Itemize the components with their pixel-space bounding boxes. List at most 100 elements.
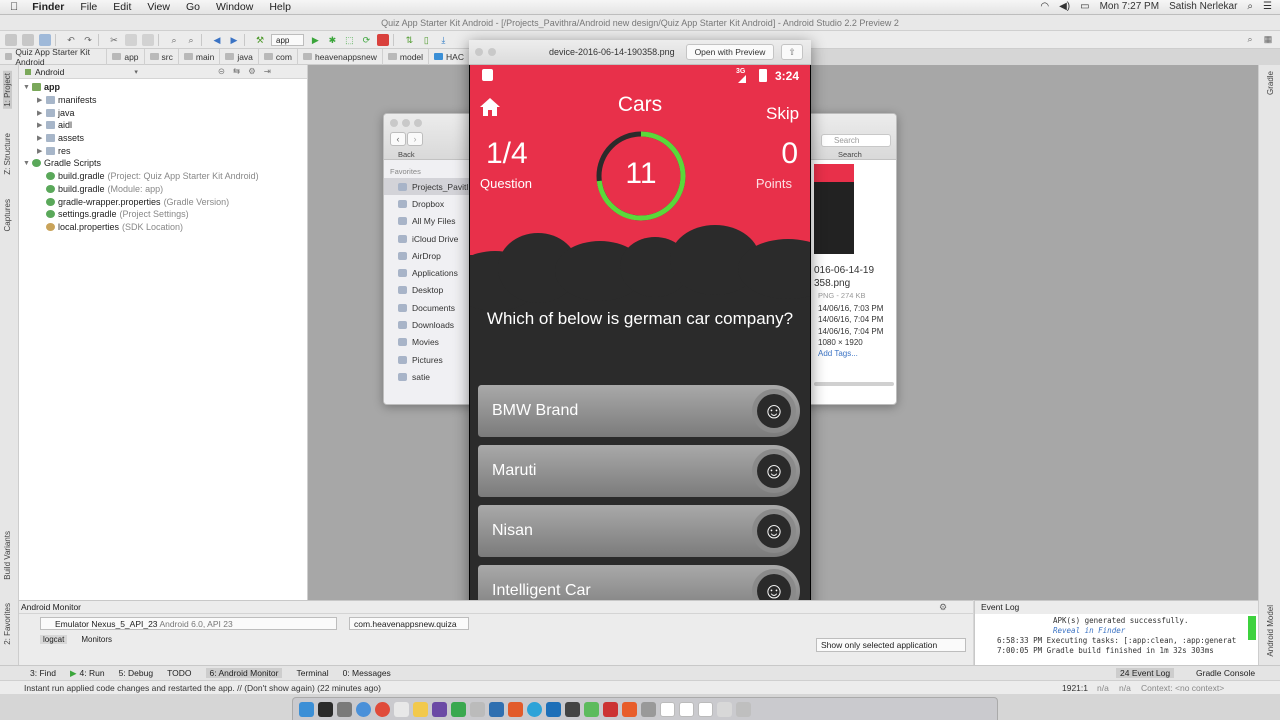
app-dock-icon[interactable] (470, 701, 485, 717)
build-variants-tool-tab[interactable]: Build Variants (3, 531, 12, 580)
structure-tool-tab[interactable]: Z: Structure (3, 133, 12, 175)
finder-zoom-button[interactable] (414, 119, 422, 127)
breadcrumb-project[interactable]: Quiz App Starter Kit Android (0, 47, 108, 67)
preview-minimize-button[interactable] (488, 48, 496, 56)
layout-icon[interactable]: ▦ (1262, 33, 1274, 45)
app-dock-icon[interactable] (641, 701, 656, 717)
app-dock-icon[interactable] (584, 701, 599, 717)
finder-scrollbar[interactable] (814, 382, 894, 386)
finder-sidebar-item[interactable]: Desktop (384, 282, 471, 299)
app-dock-icon[interactable] (508, 701, 523, 717)
tree-expand-icon[interactable]: ▶ (37, 147, 46, 155)
save-icon[interactable] (22, 33, 34, 46)
tree-item[interactable]: gradle-wrapper.properties (Gradle Version… (19, 195, 307, 208)
tab-logcat[interactable]: logcat (40, 635, 68, 644)
terminal-dock-icon[interactable] (565, 701, 580, 717)
gradle-tool-tab[interactable]: Gradle (1266, 71, 1275, 95)
safari-dock-icon[interactable] (356, 701, 371, 717)
finder-sidebar-item[interactable]: Movies (384, 334, 471, 351)
notes-dock-icon[interactable] (394, 701, 409, 717)
finder-sidebar-item[interactable]: satie (384, 368, 471, 385)
finder-search-input[interactable]: Search (821, 134, 891, 147)
breadcrumb-src[interactable]: src (145, 48, 179, 65)
favorites-tool-tab[interactable]: 2: Favorites (3, 603, 12, 645)
project-view-select[interactable]: Android (35, 67, 64, 77)
notification-center-icon[interactable]: ☰ (1263, 1, 1272, 12)
tree-expand-icon[interactable]: ▶ (37, 96, 46, 104)
system-prefs-dock-icon[interactable] (337, 701, 352, 717)
breadcrumb-main[interactable]: main (179, 48, 221, 65)
menu-window[interactable]: Window (216, 1, 253, 13)
telegram-dock-icon[interactable] (527, 701, 542, 717)
apple-menu-icon[interactable]:  (10, 1, 18, 13)
breadcrumb-java[interactable]: java (220, 48, 259, 65)
open-with-preview-button[interactable]: Open with Preview (686, 44, 774, 60)
run-config-select[interactable]: app (271, 33, 305, 46)
tree-item[interactable]: ▶ assets (19, 132, 307, 145)
paste-icon[interactable] (142, 33, 154, 46)
process-select[interactable]: com.heavenappsnew.quiza (349, 617, 469, 630)
volume-icon[interactable]: ◀) (1059, 1, 1070, 12)
app-dock-icon[interactable] (603, 701, 618, 717)
run-tool-button[interactable]: ▶ 4: Run (70, 668, 105, 679)
document-dock-icon[interactable] (698, 701, 713, 717)
device-select[interactable]: Emulator Nexus_5_API_23 Android 6.0, API… (40, 617, 337, 630)
add-tags-link[interactable]: Add Tags... (818, 348, 883, 359)
attach-icon[interactable]: ⬚ (343, 34, 355, 46)
app-dock-icon[interactable] (489, 701, 504, 717)
tree-expand-icon[interactable]: ▼ (23, 84, 32, 91)
scroll-from-source-icon[interactable]: ⇆ (233, 66, 240, 77)
finder-sidebar-item[interactable]: Projects_Pavitl (384, 178, 471, 196)
monitor-settings-icon[interactable]: ⚙ (939, 602, 947, 613)
finder-forward-icon[interactable]: › (407, 132, 423, 146)
finder-sidebar-item[interactable]: Documents (384, 299, 471, 316)
collapse-icon[interactable]: ⊝ (218, 66, 225, 77)
menu-go[interactable]: Go (186, 1, 200, 13)
debug-tool-button[interactable]: 5: Debug (119, 668, 154, 678)
android-studio-dock-icon[interactable] (451, 701, 466, 717)
logcat-filter-select[interactable]: Show only selected application (816, 638, 966, 652)
tree-expand-icon[interactable]: ▶ (37, 134, 46, 142)
captures-tool-tab[interactable]: Captures (3, 199, 12, 231)
wifi-icon[interactable]: ◠ (1040, 1, 1049, 12)
tree-item[interactable]: ▼ app (19, 81, 307, 94)
answer-option-2[interactable]: Maruti ☺ (478, 445, 800, 497)
tree-item[interactable]: build.gradle (Module: app) (19, 183, 307, 196)
todo-tool-button[interactable]: TODO (167, 668, 191, 678)
open-icon[interactable] (5, 33, 17, 46)
share-icon[interactable]: ⇧ (781, 44, 803, 60)
tab-monitors[interactable]: Monitors (81, 635, 112, 644)
reveal-in-finder-link[interactable]: Reveal in Finder (997, 626, 1247, 636)
skip-button[interactable]: Skip (766, 104, 799, 124)
menu-edit[interactable]: Edit (113, 1, 131, 13)
tree-item[interactable]: ▼ Gradle Scripts (19, 157, 307, 170)
tree-expand-icon[interactable]: ▶ (37, 109, 46, 117)
messages-tool-button[interactable]: 0: Messages (343, 668, 391, 678)
finder-sidebar-item[interactable]: AirDrop (384, 247, 471, 264)
launchpad-dock-icon[interactable] (318, 701, 333, 717)
sync-icon[interactable] (39, 33, 51, 46)
menu-file[interactable]: File (80, 1, 97, 13)
project-tool-tab[interactable]: 1: Project (3, 71, 12, 109)
copy-icon[interactable] (125, 33, 137, 46)
finder-minimize-button[interactable] (402, 119, 410, 127)
finder-dock-icon[interactable] (299, 701, 314, 717)
menubar-user[interactable]: Satish Nerlekar (1169, 1, 1237, 12)
trash-dock-icon[interactable] (736, 701, 751, 717)
answer-option-3[interactable]: Nisan ☺ (478, 505, 800, 557)
tree-item[interactable]: ▶ java (19, 106, 307, 119)
cursor-position[interactable]: 1921:1 (1062, 683, 1088, 693)
tree-item[interactable]: local.properties (SDK Location) (19, 221, 307, 234)
finder-sidebar-item[interactable]: All My Files (384, 213, 471, 230)
tree-item[interactable]: ▶ res (19, 144, 307, 157)
sync-gradle-icon[interactable]: ⇅ (403, 34, 415, 46)
android-model-tool-tab[interactable]: Android Model (1266, 605, 1275, 657)
stickies-dock-icon[interactable] (413, 701, 428, 717)
gradle-console-tool-button[interactable]: Gradle Console (1196, 668, 1255, 678)
tree-item[interactable]: settings.gradle (Project Settings) (19, 208, 307, 221)
tree-expand-icon[interactable]: ▶ (37, 121, 46, 129)
finder-sidebar-item[interactable]: Downloads (384, 316, 471, 333)
app-dock-icon[interactable] (546, 701, 561, 717)
app-dock-icon[interactable] (432, 701, 447, 717)
breadcrumb-app[interactable]: app (107, 48, 145, 65)
